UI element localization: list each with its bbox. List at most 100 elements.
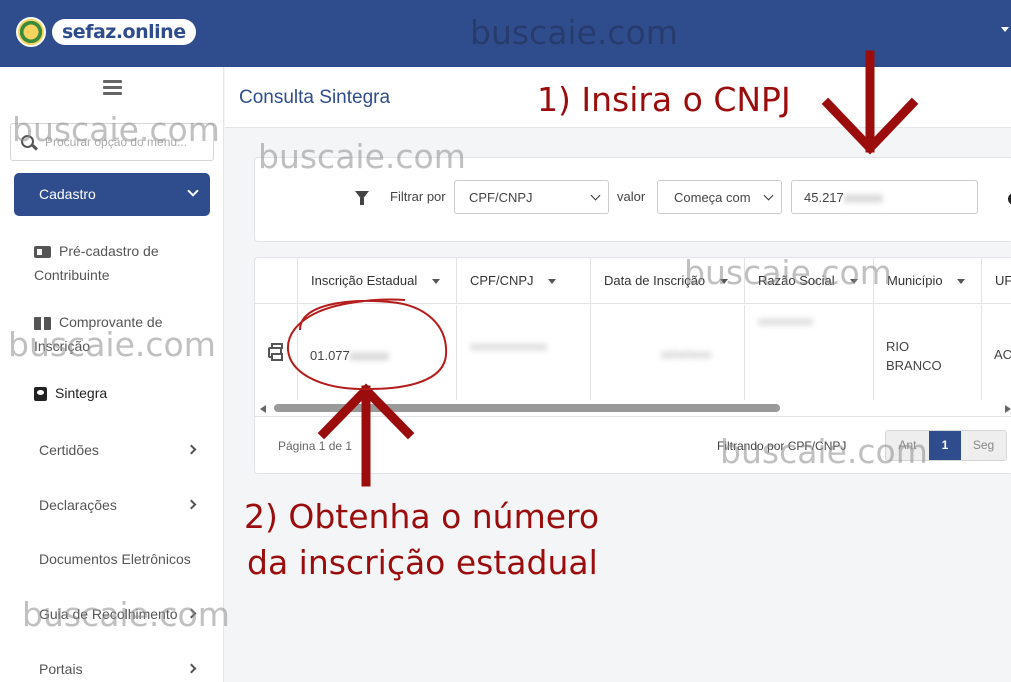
filter-field-select[interactable]: CPF/CNPJ bbox=[454, 180, 609, 214]
menu-search-input[interactable] bbox=[45, 132, 205, 152]
scroll-left-icon[interactable] bbox=[260, 405, 266, 413]
sort-caret-icon[interactable] bbox=[720, 279, 728, 284]
sidebar-item-label: Documentos Eletrônicos bbox=[39, 551, 191, 567]
column-label: Município bbox=[887, 273, 943, 288]
filter-icon[interactable] bbox=[355, 191, 369, 205]
grid-header-inscricao[interactable]: Inscrição Estadual bbox=[298, 258, 457, 304]
annotation-step2-line1: 2) Obtenha o número bbox=[244, 497, 600, 536]
page-title: Consulta Sintegra bbox=[239, 87, 391, 108]
column-label: Razão Social bbox=[758, 273, 835, 288]
grid-cell-uf: AC bbox=[982, 305, 1011, 400]
page-info: Página 1 de 1 bbox=[278, 439, 353, 453]
sidebar-item-declaracoes[interactable]: Declarações bbox=[39, 497, 209, 513]
results-grid: Inscrição Estadual CPF/CNPJ Data de Insc… bbox=[254, 257, 1011, 474]
column-label: Inscrição Estadual bbox=[311, 273, 418, 288]
sidebar-item-label: Comprovante de bbox=[59, 314, 163, 330]
id-card-icon bbox=[34, 246, 51, 259]
grid-cell-actions bbox=[255, 305, 298, 400]
print-icon[interactable] bbox=[268, 343, 283, 361]
search-icon bbox=[21, 135, 34, 148]
redacted-value: xxxxxx bbox=[843, 190, 883, 205]
redacted-value: xxxxxxxxxxxxxx bbox=[470, 341, 547, 353]
grid-cell-cpf-cnpj: xxxxxxxxxxxxxx bbox=[457, 305, 591, 400]
filtering-label: Filtrando por CPF/CNPJ bbox=[717, 439, 847, 453]
main-content: Consulta Sintegra Filtrar por CPF/CNPJ v… bbox=[225, 67, 1011, 682]
book-icon bbox=[34, 316, 51, 330]
menu-search-box[interactable] bbox=[10, 123, 214, 161]
logo-text: sefaz.online bbox=[52, 19, 196, 45]
scroll-thumb[interactable] bbox=[274, 404, 780, 412]
page-1-button[interactable]: 1 bbox=[929, 431, 961, 460]
grid-cell-data: xx/xx/xxxx bbox=[591, 305, 745, 400]
sidebar-item-portais[interactable]: Portais bbox=[39, 661, 209, 677]
filter-field-value: CPF/CNPJ bbox=[469, 190, 533, 205]
pagination: Ant 1 Seg bbox=[885, 430, 1007, 461]
sort-caret-icon[interactable] bbox=[432, 279, 440, 284]
grid-header-cpf-cnpj[interactable]: CPF/CNPJ bbox=[457, 258, 591, 304]
value-label: valor bbox=[617, 189, 646, 204]
grid-footer: Página 1 de 1 Filtrando por CPF/CNPJ Ant… bbox=[255, 416, 1011, 473]
uf-value: AC bbox=[994, 347, 1011, 362]
filter-by-label: Filtrar por bbox=[390, 189, 446, 204]
chevron-right-icon bbox=[186, 499, 197, 510]
chevron-down-icon bbox=[590, 190, 601, 201]
grid-cell-razao: xxxxxxxxxx bbox=[745, 305, 874, 400]
sidebar-item-guia[interactable]: Guia de Recolhimento bbox=[39, 606, 209, 622]
hamburger-menu-icon[interactable] bbox=[103, 80, 122, 96]
annotation-step2-line2: da inscrição estadual bbox=[247, 543, 598, 582]
inscricao-value: 01.077 bbox=[310, 348, 350, 363]
municipio-value: RIO BRANCO bbox=[886, 339, 942, 373]
grid-cell-inscricao: 01.077xxxxxx bbox=[298, 305, 457, 400]
sidebar-item-label: Certidões bbox=[39, 442, 99, 458]
prev-page-button[interactable]: Ant bbox=[886, 431, 929, 460]
sidebar-item-label: Guia de Recolhimento bbox=[39, 606, 178, 622]
sidebar-item-label: Inscrição bbox=[34, 338, 91, 354]
top-navbar: sefaz.online bbox=[0, 0, 1011, 67]
sidebar: Cadastro Pré-cadastro de Contribuinte Co… bbox=[0, 67, 224, 682]
sidebar-item-sintegra[interactable]: Sintegra bbox=[34, 381, 214, 405]
grid-cell-municipio: RIO BRANCO bbox=[874, 305, 982, 400]
state-seal-icon bbox=[16, 17, 46, 47]
chevron-right-icon bbox=[186, 608, 197, 619]
menu-cadastro-label: Cadastro bbox=[39, 186, 96, 202]
grid-header-razao[interactable]: Razão Social bbox=[745, 258, 874, 304]
sort-caret-icon[interactable] bbox=[957, 279, 965, 284]
grid-header-actions bbox=[255, 258, 298, 304]
sidebar-item-label: Declarações bbox=[39, 497, 117, 513]
grid-header-uf[interactable]: UF bbox=[982, 258, 1011, 304]
horizontal-scrollbar[interactable] bbox=[255, 402, 1011, 414]
next-page-button[interactable]: Seg bbox=[961, 431, 1006, 460]
column-label: Data de Inscrição bbox=[604, 273, 706, 288]
sidebar-item-certidoes[interactable]: Certidões bbox=[39, 442, 209, 458]
chevron-right-icon bbox=[186, 663, 197, 674]
chevron-right-icon bbox=[186, 444, 197, 455]
sidebar-item-label: Sintegra bbox=[55, 385, 108, 401]
sidebar-item-documentos[interactable]: Documentos Eletrônicos bbox=[39, 551, 209, 567]
grid-header-data[interactable]: Data de Inscrição bbox=[591, 258, 745, 304]
column-label: CPF/CNPJ bbox=[470, 273, 534, 288]
filter-value-input[interactable]: 45.217xxxxxx bbox=[791, 180, 978, 214]
sidebar-item-label: Contribuinte bbox=[34, 267, 110, 283]
filter-panel: Filtrar por CPF/CNPJ valor Começa com 45… bbox=[254, 157, 1011, 242]
grid-header-municipio[interactable]: Município bbox=[874, 258, 982, 304]
sidebar-item-pre-cadastro[interactable]: Pré-cadastro de Contribuinte bbox=[34, 239, 214, 287]
sefaz-logo[interactable]: sefaz.online bbox=[16, 17, 196, 47]
redacted-value: xxxxxx bbox=[349, 348, 389, 363]
sidebar-item-label: Portais bbox=[39, 661, 83, 677]
redacted-value: xx/xx/xxxx bbox=[661, 349, 712, 361]
filter-operator-value: Começa com bbox=[674, 190, 751, 205]
sidebar-item-label: Pré-cadastro de bbox=[59, 243, 159, 259]
sort-caret-icon[interactable] bbox=[850, 279, 858, 284]
user-menu-caret-icon[interactable] bbox=[1001, 27, 1009, 32]
sidebar-item-comprovante[interactable]: Comprovante de Inscrição bbox=[34, 310, 214, 358]
chevron-down-icon bbox=[187, 185, 199, 197]
filter-operator-select[interactable]: Começa com bbox=[657, 180, 782, 214]
redacted-value: xxxxxxxxxx bbox=[758, 316, 813, 328]
filter-value-text: 45.217 bbox=[804, 190, 844, 205]
scroll-right-icon[interactable] bbox=[1005, 405, 1011, 413]
menu-cadastro[interactable]: Cadastro bbox=[14, 173, 210, 216]
chevron-down-icon bbox=[763, 190, 774, 201]
sort-caret-icon[interactable] bbox=[548, 279, 556, 284]
column-label: UF bbox=[995, 273, 1011, 288]
annotation-step1: 1) Insira o CNPJ bbox=[537, 80, 791, 119]
